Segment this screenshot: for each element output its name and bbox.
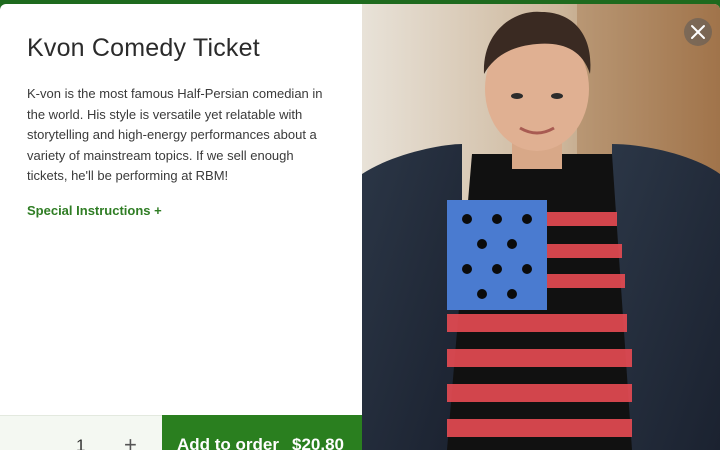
quantity-value: 1 [76,436,86,450]
quantity-stepper: 1 + [0,415,162,450]
special-instructions-link[interactable]: Special Instructions + [27,203,162,218]
photo-illustration [362,4,720,450]
add-to-order-label: Add to order [177,435,279,450]
item-modal: Kvon Comedy Ticket K-von is the most fam… [0,4,720,450]
performer-photo [362,4,720,450]
add-to-order-button[interactable]: Add to order $20.80 [162,415,362,450]
item-title: Kvon Comedy Ticket [27,34,260,62]
close-button[interactable] [684,18,712,46]
item-description: K-von is the most famous Half-Persian co… [27,86,323,183]
close-icon [691,25,705,39]
item-details: Kvon Comedy Ticket K-von is the most fam… [0,4,362,450]
quantity-increase-button[interactable]: + [124,432,137,450]
item-price: $20.80 [292,435,344,450]
